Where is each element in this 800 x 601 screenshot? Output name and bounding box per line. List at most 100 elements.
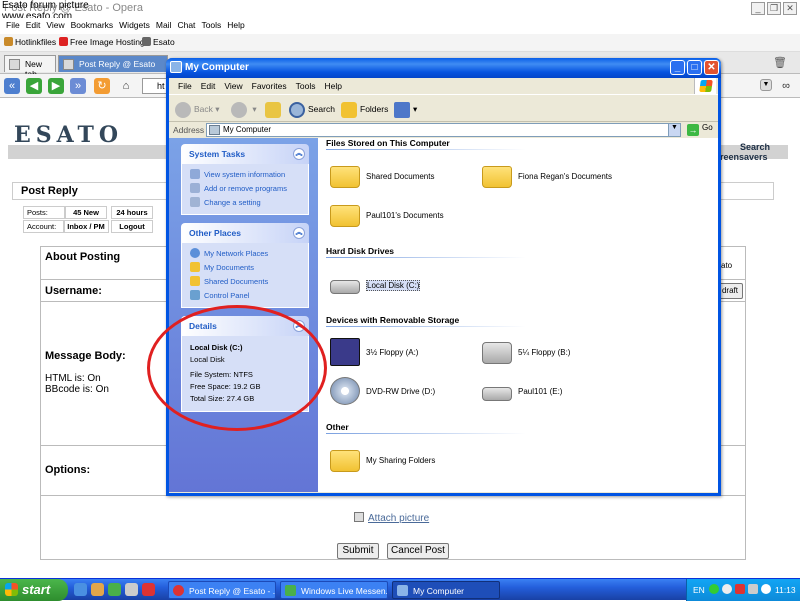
maximize-button[interactable]: □ [687,60,702,75]
options-label: Options: [45,464,91,476]
my-documents-link[interactable]: My Documents [190,261,308,275]
system-tasks-header[interactable]: System Tasks ︽ [181,144,309,164]
bookmark-esato[interactable]: Esato [142,37,175,47]
language-indicator[interactable]: EN [693,585,705,595]
rewind-icon[interactable]: « [4,78,20,94]
view-system-info-link[interactable]: View system information [190,168,308,182]
close-button[interactable]: ✕ [783,2,797,15]
menu-bookmarks[interactable]: Bookmarks [71,20,114,30]
network-tray-icon[interactable] [709,584,719,594]
close-button[interactable]: ✕ [704,60,719,75]
change-setting-link[interactable]: Change a setting [190,196,308,210]
address-field[interactable]: ht [142,78,168,94]
fast-forward-icon[interactable]: » [70,78,86,94]
menu-view[interactable]: View [46,20,64,30]
nav-search-link[interactable]: Search [720,142,770,152]
cancel-post-button[interactable]: Cancel Post [387,543,449,559]
minimize-button[interactable]: _ [670,60,685,75]
quicklaunch-messenger-icon[interactable] [108,583,121,596]
menu-chat[interactable]: Chat [177,20,195,30]
control-panel-icon [190,197,200,207]
my-computer-titlebar[interactable]: My Computer _ □ ✕ [166,58,721,78]
attach-icon [354,512,364,522]
collapse-icon[interactable]: ︽ [293,227,305,239]
hard-drive-icon [330,280,360,294]
opera-titlebar: Post Reply @ Esato - Opera Esato forum p… [0,0,800,22]
up-folder-button[interactable] [265,100,284,118]
task-post-reply[interactable]: Post Reply @ Esato - ... [168,581,276,599]
inbox-pm-link[interactable]: Inbox / PM [63,220,109,233]
quicklaunch-folder-icon[interactable] [91,583,104,596]
back-button[interactable]: Back ▾ [175,100,220,118]
folders-label: Folders [360,104,389,114]
task-windows-live-messenger[interactable]: Windows Live Messen... [280,581,388,599]
forward-button[interactable]: ▾ [231,100,257,118]
bookmark-hotlinkfiles[interactable]: Hotlinkfiles [4,37,56,47]
tab-post-reply[interactable]: Post Reply @ Esato [58,55,168,72]
clock[interactable]: 11:13 [775,585,796,595]
task-my-computer[interactable]: My Computer [392,581,500,599]
trash-icon[interactable]: 🗑 [772,55,788,71]
restore-button[interactable]: ❐ [767,2,781,15]
address-dropdown-icon[interactable]: ▼ [760,79,772,91]
menu-widgets[interactable]: Widgets [119,20,150,30]
nav-screensavers-link[interactable]: reensavers [720,152,770,162]
menu-view[interactable]: View [224,81,242,91]
menu-edit[interactable]: Edit [201,81,216,91]
quicklaunch-media-icon[interactable] [125,583,138,596]
go-button[interactable]: → Go [687,123,713,136]
tab-new-tab[interactable]: New tab [4,55,56,79]
other-places-header[interactable]: Other Places ︽ [181,223,309,243]
control-panel-link[interactable]: Control Panel [190,289,308,303]
folders-button[interactable]: Folders [341,100,388,118]
attach-picture-label: Attach picture [368,513,430,524]
home-icon[interactable]: ⌂ [118,78,134,94]
menu-file[interactable]: File [178,81,192,91]
submit-button[interactable]: Submit [337,543,379,559]
menu-file[interactable]: File [6,20,20,30]
bookmark-free-image-hosting[interactable]: Free Image Hosting [59,37,145,47]
quicklaunch-browser-icon[interactable] [74,583,87,596]
address-bar: Address My Computer ▼ → Go [169,122,718,138]
messenger-tray-icon[interactable] [722,584,732,594]
my-network-places-link[interactable]: My Network Places [190,247,308,261]
24-hours-link[interactable]: 24 hours [111,206,153,219]
back-icon[interactable]: ◀ [26,78,42,94]
section-divider [326,433,526,434]
shared-documents-link[interactable]: Shared Documents [190,275,308,289]
binoculars-icon[interactable]: ∞ [778,78,794,94]
posts-label: Posts: [23,206,65,219]
help-tray-icon[interactable] [761,584,771,594]
logout-link[interactable]: Logout [111,220,153,233]
collapse-icon[interactable]: ︽ [293,320,305,332]
forward-icon[interactable]: ▶ [48,78,64,94]
menu-help[interactable]: Help [227,20,244,30]
menu-help[interactable]: Help [324,81,341,91]
other-places-title: Other Places [189,228,241,238]
menu-tools[interactable]: Tools [296,81,316,91]
search-icon [289,101,305,118]
volume-tray-icon[interactable] [748,584,758,594]
minimize-button[interactable]: _ [751,2,765,15]
chevron-down-icon[interactable]: ▼ [668,124,680,136]
new-posts-link[interactable]: 45 New [65,206,107,219]
details-header[interactable]: Details ︽ [181,316,309,336]
start-button[interactable]: start [0,579,68,601]
window-title: My Computer [185,62,249,73]
quicklaunch-opera-icon[interactable] [142,583,155,596]
security-tray-icon[interactable] [735,584,745,594]
reload-icon[interactable]: ↻ [94,78,110,94]
add-remove-programs-link[interactable]: Add or remove programs [190,182,308,196]
menu-mail[interactable]: Mail [156,20,172,30]
attach-picture-link[interactable]: Attach picture [354,512,429,524]
menu-tools[interactable]: Tools [201,20,221,30]
menu-favorites[interactable]: Favorites [252,81,287,91]
other-heading: Other [326,422,349,432]
search-button[interactable]: Search [289,100,335,118]
views-button[interactable]: ▾ [394,100,417,118]
opera-menubar: File Edit View Bookmarks Widgets Mail Chat Tool… [0,18,800,34]
address-input[interactable]: My Computer ▼ [206,123,681,137]
collapse-icon[interactable]: ︽ [293,148,305,160]
bookmark-icon [4,37,13,46]
menu-edit[interactable]: Edit [26,20,41,30]
